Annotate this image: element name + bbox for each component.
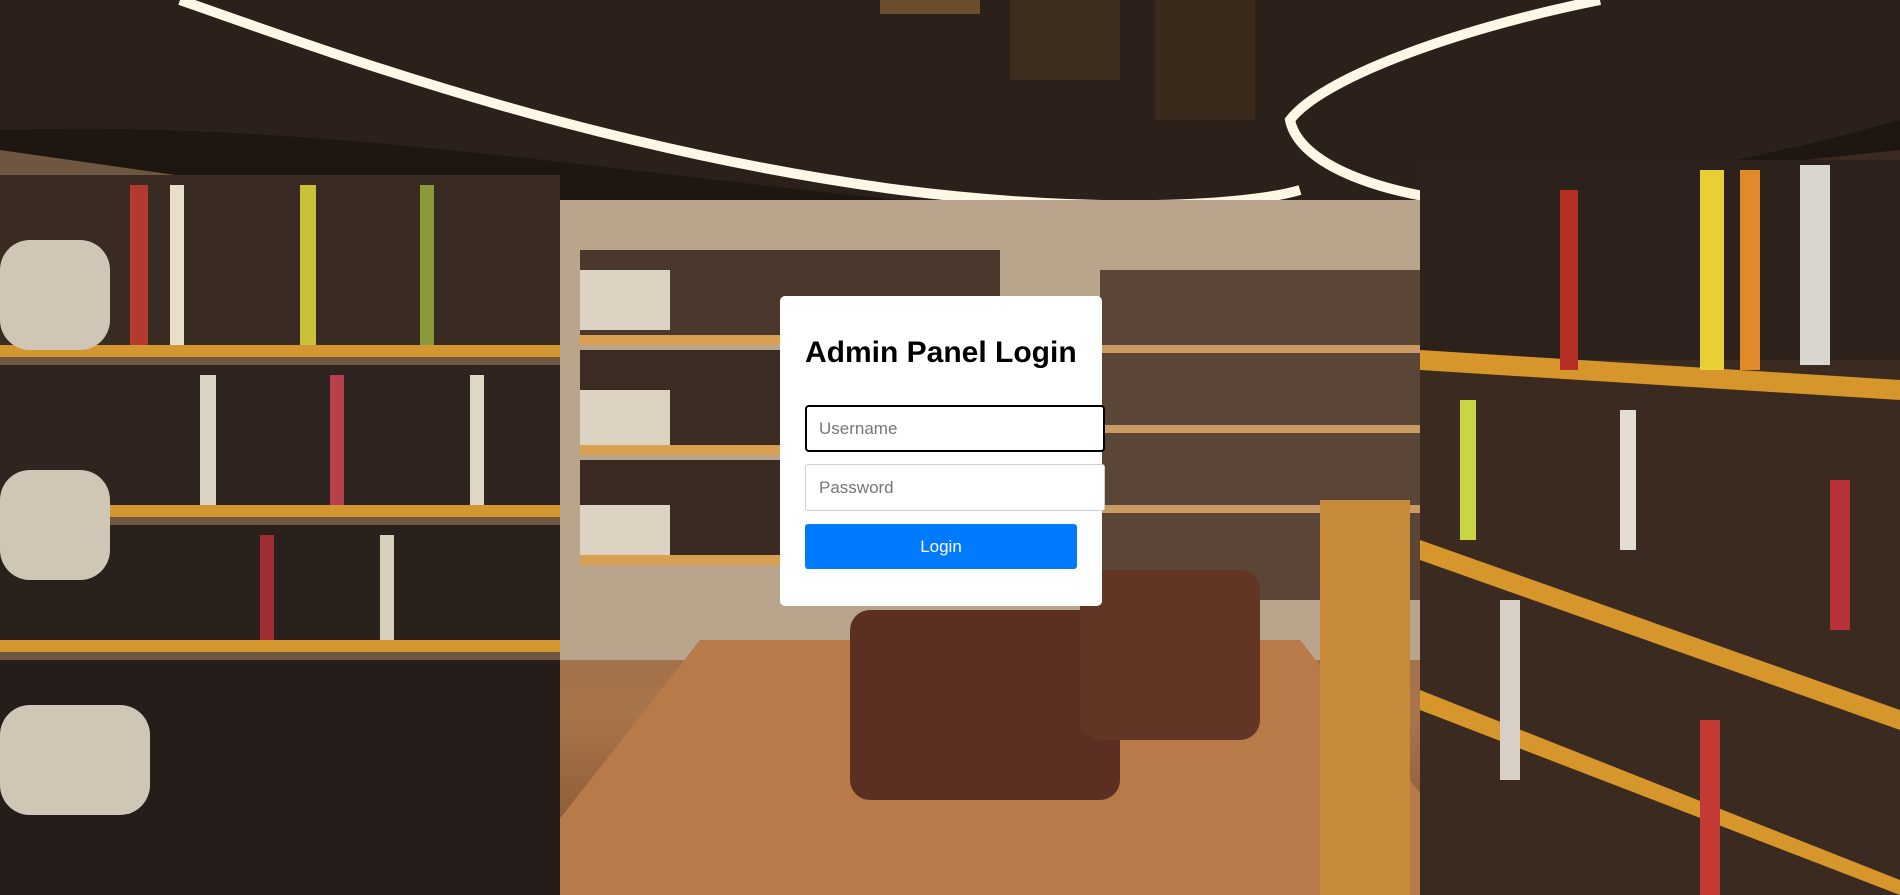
- login-title: Admin Panel Login: [805, 336, 1077, 369]
- password-input[interactable]: [805, 464, 1105, 511]
- login-button[interactable]: Login: [805, 524, 1077, 569]
- login-card: Admin Panel Login Login: [780, 296, 1105, 606]
- username-input[interactable]: [805, 405, 1105, 452]
